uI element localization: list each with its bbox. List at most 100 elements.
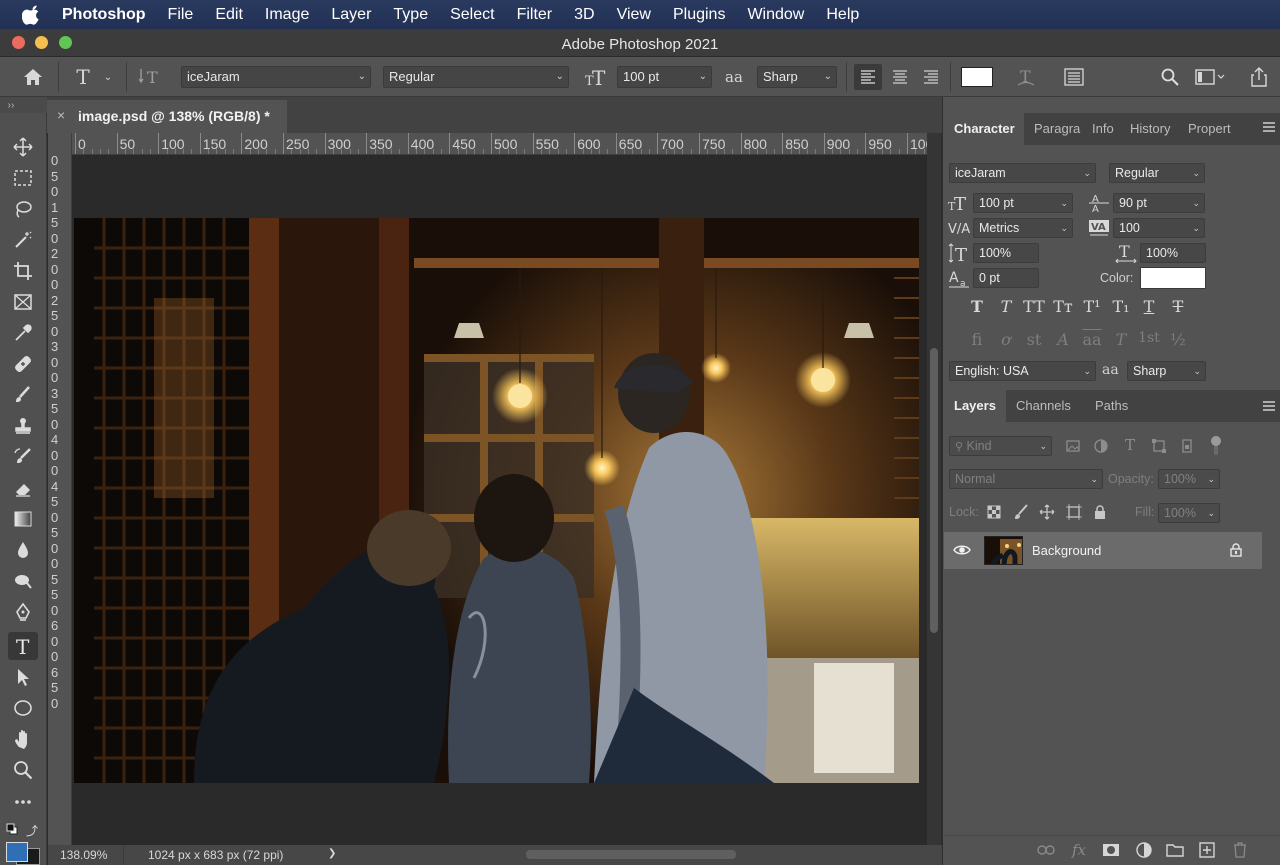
zoom-tool-icon[interactable]: [8, 756, 38, 784]
strikethrough-button[interactable]: T: [1167, 297, 1189, 316]
ellipse-tool-icon[interactable]: [8, 694, 38, 722]
menu-help[interactable]: Help: [826, 6, 859, 24]
tab-info[interactable]: Info: [1092, 113, 1122, 145]
menu-3d[interactable]: 3D: [574, 6, 594, 24]
apple-icon[interactable]: [22, 5, 42, 25]
subscript-button[interactable]: T₁: [1110, 297, 1132, 316]
lock-artboard-icon[interactable]: [1065, 503, 1083, 521]
vertical-scrollbar[interactable]: [927, 133, 941, 845]
vertical-scroll-thumb[interactable]: [930, 348, 938, 633]
character-font-style-select[interactable]: Regular ⌄: [1109, 163, 1205, 183]
lock-image-pixels-icon[interactable]: [1013, 503, 1029, 521]
filter-toggle-icon[interactable]: [1210, 435, 1222, 455]
gradient-icon[interactable]: [8, 505, 38, 533]
history-brush-icon[interactable]: [8, 443, 38, 471]
clone-stamp-icon[interactable]: [8, 412, 38, 440]
brush-icon[interactable]: [8, 381, 38, 409]
more-tools-icon[interactable]: [8, 788, 38, 816]
language-select[interactable]: English: USA ⌄: [949, 361, 1096, 381]
align-center-icon[interactable]: [886, 64, 914, 90]
type-tool-icon[interactable]: T: [8, 632, 38, 660]
tab-history[interactable]: History: [1130, 113, 1180, 145]
new-adjustment-layer-icon[interactable]: [1134, 841, 1154, 859]
tab-paths[interactable]: Paths: [1095, 390, 1145, 422]
chevron-down-icon[interactable]: ⌄: [101, 68, 115, 86]
text-color-swatch[interactable]: [961, 67, 993, 87]
swap-colors-icon[interactable]: ⤴: [26, 822, 40, 838]
character-baseline-shift[interactable]: 0 pt: [973, 268, 1039, 288]
fill-input[interactable]: 100% ⌄: [1158, 503, 1220, 523]
faux-italic-button[interactable]: T: [995, 297, 1017, 316]
small-caps-button[interactable]: Tт: [1052, 297, 1074, 316]
old-style-button[interactable]: ơ: [995, 330, 1017, 349]
filter-shape-icon[interactable]: [1150, 437, 1168, 455]
warp-text-icon[interactable]: T: [1014, 64, 1038, 90]
dodge-icon[interactable]: [8, 567, 38, 595]
menu-file[interactable]: File: [168, 6, 194, 24]
tab-character[interactable]: Character: [944, 113, 1024, 145]
eye-icon[interactable]: [953, 543, 971, 557]
layer-filter-select[interactable]: ⚲ Kind ⌄: [949, 436, 1052, 456]
workspace-switcher-icon[interactable]: [1193, 65, 1227, 89]
crop-icon[interactable]: [8, 257, 38, 285]
hand-tool-icon[interactable]: [8, 725, 38, 753]
font-size-select[interactable]: 100 pt ⌄: [617, 66, 712, 88]
search-icon[interactable]: [1158, 65, 1182, 89]
new-layer-icon[interactable]: [1197, 841, 1217, 859]
share-icon[interactable]: [1246, 65, 1272, 89]
menu-image[interactable]: Image: [265, 6, 309, 24]
faux-bold-button[interactable]: T: [966, 297, 988, 316]
character-panel-toggle-icon[interactable]: [1062, 64, 1086, 90]
type-tool-preset-icon[interactable]: T: [72, 64, 94, 90]
magic-wand-icon[interactable]: [8, 226, 38, 254]
menu-layer[interactable]: Layer: [331, 6, 371, 24]
character-font-family-select[interactable]: iceJaram ⌄: [949, 163, 1096, 183]
tab-channels[interactable]: Channels: [1016, 390, 1086, 422]
default-colors-icon[interactable]: [6, 823, 18, 835]
panel-menu-icon[interactable]: [1262, 121, 1276, 135]
character-tracking-select[interactable]: 100 ⌄: [1113, 218, 1205, 238]
ligatures-button[interactable]: fi: [966, 330, 988, 349]
menu-edit[interactable]: Edit: [215, 6, 243, 24]
rectangular-marquee-icon[interactable]: [8, 164, 38, 192]
document-tab[interactable]: × image.psd @ 138% (RGB/8) *: [47, 100, 287, 133]
delete-layer-icon[interactable]: [1230, 841, 1250, 859]
align-left-icon[interactable]: [854, 64, 882, 90]
align-right-icon[interactable]: [917, 64, 945, 90]
tab-paragraph[interactable]: Paragra: [1034, 113, 1084, 145]
pen-icon[interactable]: [8, 598, 38, 626]
filter-pixel-icon[interactable]: [1064, 437, 1082, 455]
blur-icon[interactable]: [8, 536, 38, 564]
menu-app-name[interactable]: Photoshop: [62, 6, 146, 24]
menu-plugins[interactable]: Plugins: [673, 6, 725, 24]
ordinals-button[interactable]: 1st: [1134, 330, 1164, 346]
all-caps-button[interactable]: TT: [1023, 297, 1045, 316]
menu-filter[interactable]: Filter: [517, 6, 553, 24]
font-style-select[interactable]: Regular ⌄: [383, 66, 569, 88]
link-layers-icon[interactable]: [1036, 841, 1056, 859]
expand-toolbar-icon[interactable]: ››: [4, 99, 18, 111]
document-image[interactable]: [74, 218, 919, 783]
character-horizontal-scale[interactable]: 100%: [1140, 243, 1206, 263]
lock-all-icon[interactable]: [1092, 503, 1108, 521]
eyedropper-icon[interactable]: [8, 319, 38, 347]
menu-view[interactable]: View: [617, 6, 651, 24]
healing-brush-icon[interactable]: [8, 350, 38, 378]
character-color-swatch[interactable]: [1140, 267, 1206, 289]
tab-properties[interactable]: Propert: [1188, 113, 1250, 145]
filter-adjustment-icon[interactable]: [1092, 437, 1110, 455]
opacity-input[interactable]: 100% ⌄: [1158, 469, 1220, 489]
path-selection-icon[interactable]: [8, 663, 38, 691]
status-menu-arrow-icon[interactable]: ❯: [328, 848, 336, 859]
move-tool-icon[interactable]: [8, 133, 38, 161]
layer-name[interactable]: Background: [1032, 543, 1101, 558]
menu-window[interactable]: Window: [747, 6, 804, 24]
menu-type[interactable]: Type: [393, 6, 428, 24]
character-antialias-select[interactable]: Sharp ⌄: [1127, 361, 1206, 381]
blend-mode-select[interactable]: Normal ⌄: [949, 469, 1103, 489]
new-group-icon[interactable]: [1165, 841, 1185, 859]
eraser-icon[interactable]: [8, 474, 38, 502]
titling-alternates-button[interactable]: T: [1110, 330, 1132, 349]
layers-panel-menu-icon[interactable]: [1262, 400, 1276, 414]
swash-button[interactable]: A: [1052, 330, 1074, 349]
